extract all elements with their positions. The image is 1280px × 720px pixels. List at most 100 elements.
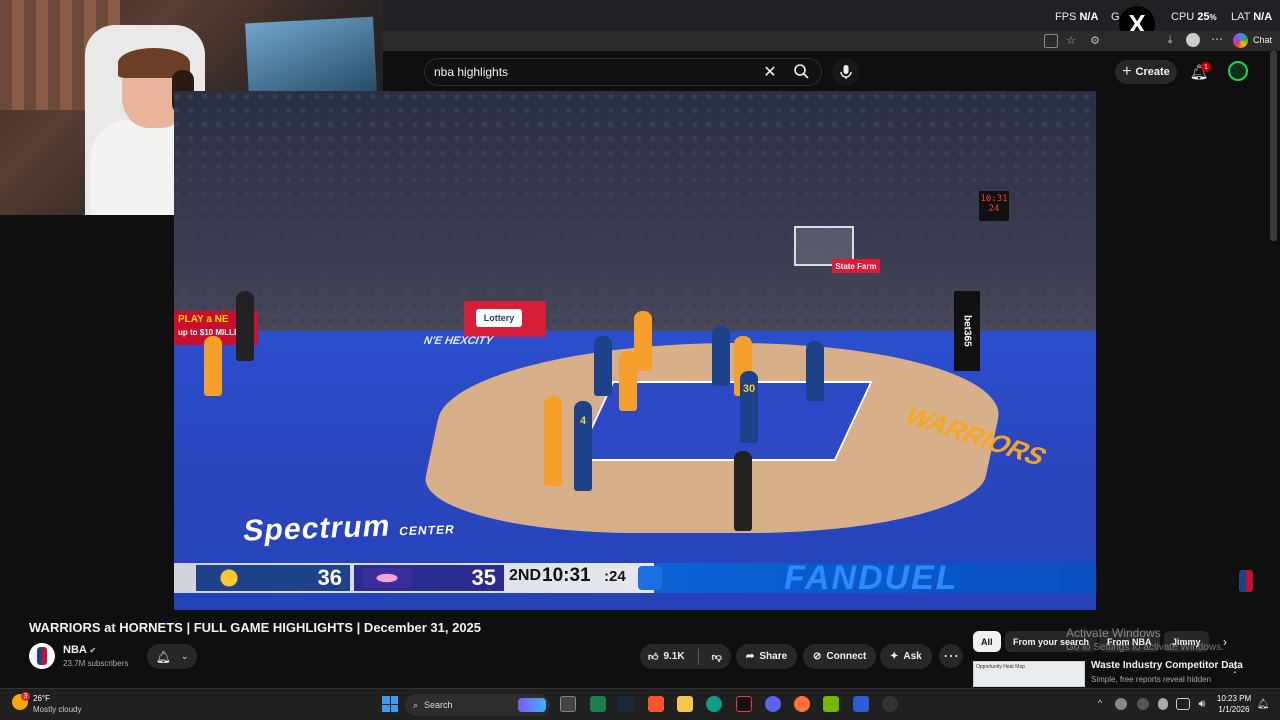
like-dislike-group: 👍︎ 9.1K 👎︎: [640, 644, 731, 669]
thumbs-down-icon: 👎︎: [711, 651, 722, 663]
channel-name[interactable]: NBA ✔: [63, 644, 96, 656]
sparkle-icon: ✦: [890, 651, 899, 662]
notification-center-icon[interactable]: 🔔︎: [1257, 698, 1270, 710]
nvidia-icon[interactable]: [823, 696, 839, 712]
search-icon[interactable]: [794, 64, 809, 79]
cpu-label: CPU: [1171, 11, 1195, 23]
network-icon[interactable]: [1176, 698, 1190, 710]
steam-icon[interactable]: [618, 696, 634, 712]
player: [204, 336, 222, 396]
home-team-score-box: 36: [196, 565, 350, 591]
discord-icon[interactable]: [765, 696, 781, 712]
voice-search-button[interactable]: [832, 58, 860, 86]
tiktok-icon[interactable]: [736, 696, 752, 712]
weather-condition: Mostly cloudy: [33, 705, 82, 714]
connect-button[interactable]: ⊘ Connect: [803, 644, 877, 669]
player: [619, 351, 637, 411]
center-text: CENTER: [398, 522, 456, 539]
page-scrollbar[interactable]: [1270, 51, 1277, 241]
tray-chevron-icon[interactable]: ^: [1094, 697, 1106, 709]
search-query[interactable]: nba highlights: [434, 65, 508, 79]
task-view-icon[interactable]: [560, 696, 576, 712]
edge-icon[interactable]: [706, 696, 722, 712]
like-button[interactable]: 👍︎ 9.1K: [640, 644, 693, 669]
subscription-bell-button[interactable]: 🔔︎ ⌄: [147, 644, 197, 669]
ad-thumbnail-title: Opportunity Heat Map: [976, 664, 1025, 670]
cpu-value: 25: [1197, 11, 1210, 23]
lottery-logo: Lottery: [476, 309, 522, 327]
chip-all[interactable]: All: [973, 631, 1001, 652]
account-avatar[interactable]: [1228, 61, 1248, 81]
video-player[interactable]: 10:31 24 PLAY a NE up to $10 MILLION Lotte…: [174, 91, 1096, 610]
away-score: 35: [471, 565, 496, 590]
player: [544, 396, 562, 486]
ad-subtitle: Simple, free reports reveal hidden: [1091, 675, 1212, 684]
copilot-icon[interactable]: [1233, 33, 1248, 48]
nba-logo-icon: [37, 647, 47, 665]
verified-icon: ✔: [89, 646, 97, 655]
microphone-tray-icon[interactable]: [1158, 698, 1168, 710]
brave-icon[interactable]: [648, 696, 664, 712]
firefox-icon[interactable]: [794, 696, 810, 712]
activate-windows-watermark: Activate Windows: [1066, 626, 1161, 640]
chat-label[interactable]: Chat: [1253, 35, 1272, 45]
warriors-logo: [204, 568, 254, 588]
search-icon: ⌕: [413, 699, 419, 710]
more-actions-icon[interactable]: ⋯: [939, 644, 963, 668]
hornets-logo: [362, 568, 412, 588]
referee: [734, 451, 752, 531]
game-clock: 10:31: [542, 565, 591, 586]
tray-app-icon[interactable]: [1137, 698, 1149, 710]
taskbar-time[interactable]: 10:23 PM: [1216, 694, 1252, 703]
latency-stat: LAT N/A: [1231, 11, 1272, 23]
player: [594, 336, 612, 396]
video-title: WARRIORS at HORNETS | FULL GAME HIGHLIGH…: [29, 620, 482, 635]
ad-thumbnail[interactable]: Opportunity Heat Map: [973, 661, 1085, 687]
notification-count-badge: 1: [1201, 62, 1211, 72]
clear-search-icon[interactable]: ✕: [762, 63, 778, 81]
profile-avatar[interactable]: [1186, 33, 1200, 47]
file-explorer-icon[interactable]: [677, 696, 693, 712]
ask-button[interactable]: ✦ Ask: [880, 644, 932, 669]
taskbar-search-placeholder: Search: [424, 700, 453, 710]
channel-avatar[interactable]: [29, 643, 55, 669]
ad-menu-icon[interactable]: ⋮: [1229, 660, 1241, 676]
game-period: 2ND: [509, 567, 542, 584]
volume-icon[interactable]: 🔊︎: [1195, 697, 1209, 711]
app-icon-blue[interactable]: [853, 696, 869, 712]
plus-icon: +: [1122, 63, 1132, 80]
arena-clock-time: 10:31: [980, 194, 1008, 204]
taskbar-search[interactable]: ⌕ Search: [405, 694, 550, 716]
statefarm-sign: State Farm: [832, 259, 880, 273]
windows-taskbar: [0, 688, 1280, 720]
tray-app-icon[interactable]: [1115, 698, 1127, 710]
share-icon: ➦: [746, 651, 755, 662]
spectrum-text: Spectrum: [241, 509, 394, 548]
subscriber-count: 23.7M subscribers: [63, 659, 129, 668]
taskbar-date[interactable]: 1/1/2026: [1216, 705, 1252, 714]
notepad-icon[interactable]: [590, 696, 606, 712]
share-button[interactable]: ➦ Share: [736, 644, 798, 669]
star-icon[interactable]: ☆: [1064, 33, 1078, 47]
thumbs-up-icon: 👍︎: [648, 651, 659, 663]
ad-title[interactable]: Waste Industry Competitor Data: [1091, 660, 1243, 671]
browser-menu-icon[interactable]: ⋯: [1210, 32, 1224, 46]
extensions-icon[interactable]: ⚙: [1088, 33, 1102, 47]
obs-icon[interactable]: [882, 696, 898, 712]
player-4: 4: [574, 401, 592, 491]
create-button[interactable]: + Create: [1115, 60, 1177, 84]
download-icon[interactable]: ⤓: [1163, 33, 1177, 47]
player: [806, 341, 824, 401]
app-icon[interactable]: [1044, 34, 1058, 48]
like-divider: [697, 648, 699, 665]
fps-label: FPS: [1055, 11, 1077, 23]
activate-windows-subtext: Go to Settings to activate Windows.: [1066, 642, 1224, 653]
like-count: 9.1K: [663, 651, 685, 662]
lat-label: LAT: [1231, 11, 1251, 23]
dislike-button[interactable]: 👎︎: [704, 644, 730, 669]
bell-icon: 🔔︎: [155, 649, 171, 664]
fanduel-banner: FANDUEL: [784, 559, 959, 597]
hexcity-floor-text: N'E HEXCITY: [421, 335, 495, 347]
ask-label: Ask: [903, 651, 922, 662]
windows-start-icon[interactable]: [382, 696, 398, 712]
